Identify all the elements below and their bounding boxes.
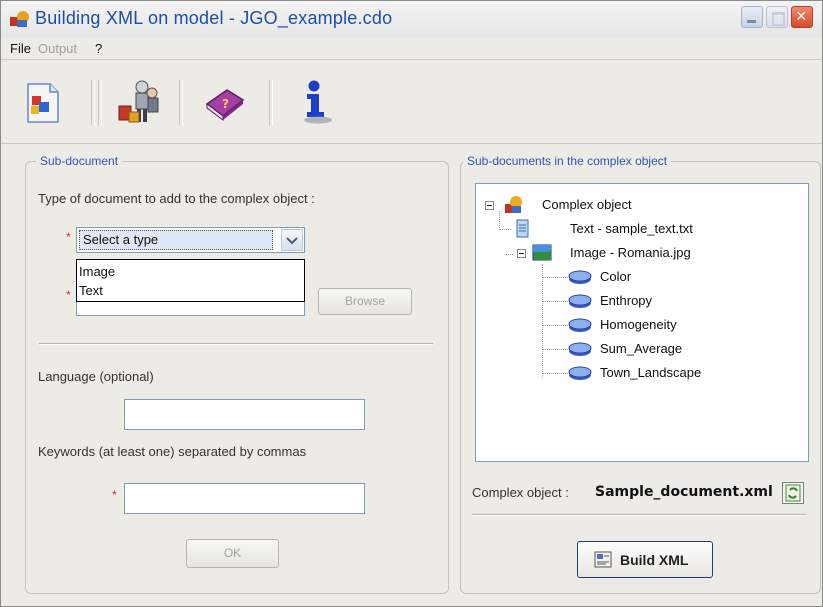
feature-icon — [568, 270, 592, 284]
tree-connector — [542, 301, 568, 302]
feature-icon — [568, 366, 592, 380]
tree-item-complex-object[interactable]: Complex object — [542, 197, 632, 212]
tree-item-image[interactable]: Image - Romania.jpg — [570, 245, 691, 260]
tree-item-text[interactable]: Text - sample_text.txt — [570, 221, 693, 236]
tree-connector — [499, 229, 511, 230]
application-window: Building XML on model - JGO_example.cdo … — [0, 0, 823, 607]
feature-icon — [568, 318, 592, 332]
build-xml-label: Build XML — [620, 552, 689, 568]
help-book-button[interactable]: ? — [197, 78, 251, 128]
type-dropdown-list: Image Text — [76, 259, 305, 302]
complex-object-filename: Sample_document.xml — [595, 484, 773, 500]
tree-connector — [542, 349, 568, 350]
svg-text:?: ? — [222, 97, 229, 111]
title-bar[interactable]: Building XML on model - JGO_example.cdo … — [1, 1, 822, 37]
menu-file[interactable]: File — [10, 41, 31, 56]
workers-button[interactable] — [111, 78, 165, 128]
text-file-icon — [516, 219, 529, 238]
refresh-icon — [785, 484, 801, 502]
toolbar-separator — [91, 80, 95, 126]
refresh-button[interactable] — [782, 482, 804, 504]
tree-item-feature[interactable]: Sum_Average — [600, 341, 682, 356]
type-label: Type of document to add to the complex o… — [38, 191, 315, 206]
type-option-image[interactable]: Image — [79, 264, 115, 279]
info-icon — [304, 80, 332, 124]
tree-item-feature[interactable]: Town_Landscape — [600, 365, 701, 380]
toolbar: ? — [1, 60, 822, 144]
app-icon — [10, 11, 29, 27]
complex-object-row: Complex object : Sample_document.xml — [472, 481, 782, 505]
divider — [39, 343, 433, 345]
feature-icon — [568, 342, 592, 356]
feature-icon — [568, 294, 592, 308]
type-select-value: Select a type — [79, 230, 273, 250]
tree-connector — [499, 211, 500, 230]
new-document-button[interactable] — [17, 78, 71, 128]
tree-collapse-toggle[interactable] — [485, 201, 494, 210]
info-button[interactable] — [287, 78, 341, 128]
tree-item-feature[interactable]: Enthropy — [600, 293, 652, 308]
build-xml-button[interactable]: Build XML — [577, 541, 713, 578]
new-document-icon — [27, 83, 59, 123]
toolbar-separator — [179, 80, 183, 126]
tree-connector — [542, 373, 568, 374]
type-option-text[interactable]: Text — [79, 283, 103, 298]
type-select-dropdown-button[interactable] — [281, 229, 303, 251]
help-book-icon: ? — [205, 89, 245, 121]
tree-item-feature[interactable]: Color — [600, 269, 631, 284]
complex-object-icon — [505, 196, 522, 213]
tree-connector — [505, 254, 513, 255]
ok-button[interactable]: OK — [186, 539, 279, 568]
chevron-down-icon — [286, 237, 298, 245]
required-mark: * — [66, 288, 71, 302]
menu-output[interactable]: Output — [38, 41, 77, 56]
language-label: Language (optional) — [38, 369, 154, 384]
toolbar-separator — [269, 80, 273, 126]
close-icon: × — [796, 6, 807, 26]
complex-object-label: Complex object : — [472, 485, 569, 500]
keywords-input[interactable] — [124, 483, 365, 514]
language-input[interactable] — [124, 399, 365, 430]
xml-document-icon — [594, 551, 612, 568]
tree-collapse-toggle[interactable] — [517, 249, 526, 258]
window-title: Building XML on model - JGO_example.cdo — [35, 8, 393, 28]
tree-connector — [542, 264, 543, 378]
menu-bar: File Output ? — [1, 37, 822, 60]
close-button[interactable]: × — [791, 6, 813, 28]
menu-help[interactable]: ? — [95, 41, 102, 56]
tree-item-feature[interactable]: Homogeneity — [600, 317, 677, 332]
required-mark: * — [66, 230, 71, 244]
required-mark: * — [112, 488, 117, 502]
tree-connector — [542, 325, 568, 326]
toolbar-separator — [98, 80, 102, 126]
keywords-label: Keywords (at least one) separated by com… — [38, 444, 307, 459]
maximize-button[interactable] — [766, 6, 788, 28]
image-file-icon — [532, 244, 552, 261]
sub-documents-tree[interactable]: Complex object Text - sample_text.txt Im… — [475, 183, 809, 462]
sub-document-legend: Sub-document — [36, 154, 123, 168]
tree-connector — [542, 277, 568, 278]
workers-icon — [118, 80, 159, 123]
minimize-button[interactable] — [741, 6, 763, 28]
divider — [472, 514, 807, 516]
type-select[interactable]: Select a type — [76, 227, 305, 253]
browse-button[interactable]: Browse — [318, 288, 412, 315]
sub-documents-legend: Sub-documents in the complex object — [463, 154, 672, 168]
